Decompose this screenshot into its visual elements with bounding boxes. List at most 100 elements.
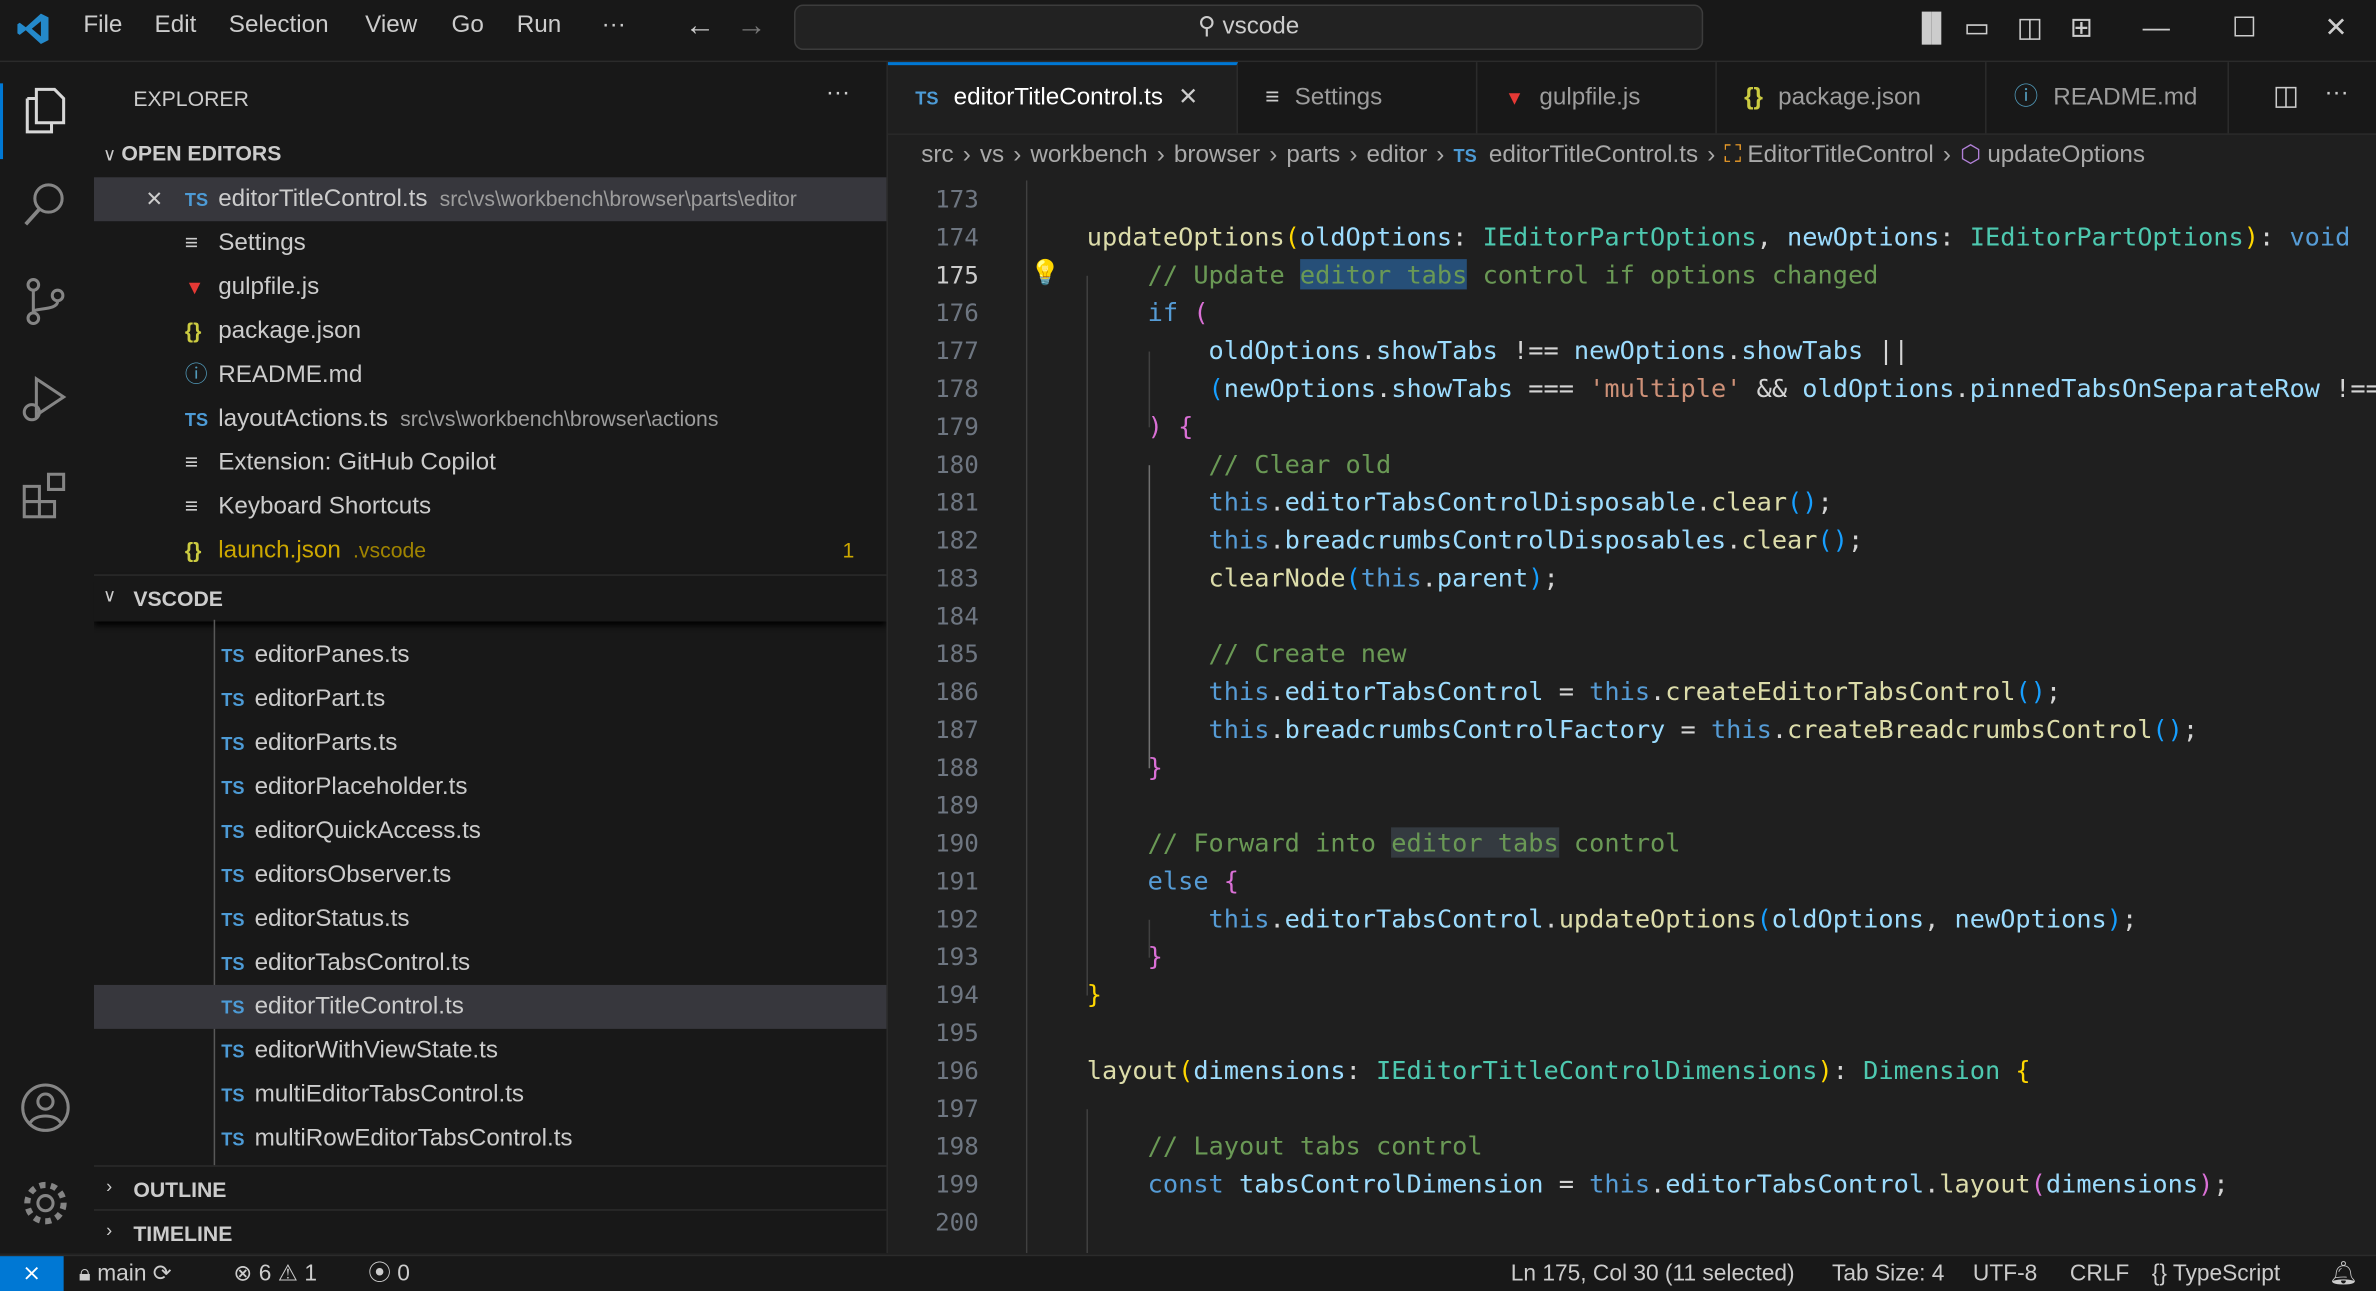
- tab-size[interactable]: Tab Size: 4: [1832, 1256, 1944, 1291]
- explorer-icon[interactable]: [18, 83, 73, 138]
- code-token: control: [1558, 827, 1681, 858]
- open-editor-item[interactable]: ⓘ README.md: [94, 353, 887, 397]
- tab-editortitlecontrol-ts[interactable]: TS editorTitleControl.ts ✕: [887, 62, 1239, 134]
- settings-gear-icon[interactable]: [18, 1176, 73, 1231]
- code-token: .: [1421, 562, 1437, 593]
- code-line: // Layout tabs control: [1026, 1127, 1483, 1165]
- tab-gulpfile-js[interactable]: ▼ gulpfile.js: [1477, 62, 1717, 134]
- outline-header[interactable]: › OUTLINE: [93, 1165, 887, 1210]
- language-mode[interactable]: {} TypeScript: [2152, 1256, 2280, 1291]
- timeline-header[interactable]: › TIMELINE: [93, 1209, 887, 1253]
- breadcrumb-item[interactable]: vs: [980, 142, 1004, 168]
- split-editor-icon[interactable]: ◫: [2273, 80, 2299, 112]
- tab-settings[interactable]: ≡ Settings: [1238, 62, 1478, 134]
- file-item[interactable]: TS editorTabsControl.ts: [94, 941, 887, 985]
- file-name: editorPlaceholder.ts: [254, 774, 468, 801]
- menu-view[interactable]: View: [365, 12, 417, 39]
- menu-file[interactable]: File: [83, 12, 122, 39]
- search-icon[interactable]: [18, 177, 73, 232]
- file-item[interactable]: TS editorQuickAccess.ts: [94, 809, 887, 853]
- code-line: this.breadcrumbsControlFactory = this.cr…: [1026, 711, 2199, 749]
- accounts-icon[interactable]: [18, 1080, 73, 1135]
- file-item[interactable]: TS editorPart.ts: [94, 677, 887, 721]
- code-token: (: [1345, 562, 1361, 593]
- command-center-search[interactable]: ⚲ vscode: [794, 4, 1704, 51]
- minimize-icon[interactable]: —: [2143, 12, 2170, 44]
- breadcrumb-item[interactable]: workbench: [1030, 142, 1147, 168]
- file-item[interactable]: TS editorWithViewState.ts: [94, 1029, 887, 1073]
- breadcrumb-item[interactable]: browser: [1174, 142, 1260, 168]
- file-item[interactable]: TS editorPanes.ts: [94, 633, 887, 677]
- menu-run[interactable]: Run: [517, 12, 561, 39]
- source-control-icon[interactable]: [18, 274, 73, 329]
- remote-icon[interactable]: ⨯: [0, 1256, 64, 1291]
- breadcrumb-item[interactable]: editor: [1367, 142, 1428, 168]
- open-editor-item[interactable]: ≡ Settings: [94, 221, 887, 265]
- extensions-icon[interactable]: [18, 468, 73, 523]
- toggle-sidebar-icon[interactable]: ▐▌: [1912, 12, 1951, 44]
- toggle-panel-icon[interactable]: ▭: [1964, 12, 1990, 44]
- menu-[interactable]: ···: [602, 12, 626, 39]
- file-item[interactable]: TS editorsObserver.ts: [94, 853, 887, 897]
- tab-readme-md[interactable]: ⓘ README.md: [1987, 62, 2230, 134]
- more-actions-icon[interactable]: ···: [826, 80, 850, 107]
- sync-icon[interactable]: ⟳: [146, 1261, 172, 1287]
- file-item[interactable]: TS editorPlaceholder.ts: [94, 765, 887, 809]
- toggle-secondary-sidebar-icon[interactable]: ◫: [2017, 12, 2043, 44]
- chevron-right-icon: ›: [1707, 142, 1716, 169]
- file-item[interactable]: TS editorTitleControl.ts: [93, 984, 887, 1029]
- open-editor-item[interactable]: ≡ Extension: GitHub Copilot: [94, 441, 887, 485]
- file-entry: TS editorsObserver.ts: [221, 853, 451, 898]
- breadcrumb-item[interactable]: EditorTitleControl: [1747, 142, 1933, 168]
- menu-edit[interactable]: Edit: [155, 12, 197, 39]
- menu-go[interactable]: Go: [452, 12, 484, 39]
- code-token: (: [1178, 1054, 1194, 1085]
- file-item[interactable]: TS multiEditorTabsControl.ts: [94, 1073, 887, 1117]
- open-editor-item[interactable]: {} launch.json .vscode 1: [94, 529, 887, 573]
- close-icon[interactable]: ✕: [1178, 85, 1198, 111]
- line-number: 174: [935, 222, 979, 252]
- code-editor[interactable]: updateOptions(oldOptions: IEditorPartOpt…: [1025, 180, 2376, 1254]
- open-editor-item[interactable]: {} package.json: [94, 309, 887, 353]
- problems-item[interactable]: ⊗ 6 ⚠ 1: [233, 1256, 317, 1291]
- breadcrumb-item[interactable]: src: [921, 142, 953, 168]
- branch-item[interactable]: 🔒︎ main ⟳: [79, 1256, 172, 1291]
- file-item[interactable]: TS editorStatus.ts: [94, 897, 887, 941]
- notifications-icon[interactable]: 🔔︎: [2329, 1256, 2358, 1291]
- ts-file-icon: TS: [221, 953, 245, 975]
- tab-package-json[interactable]: {} package.json: [1717, 62, 1987, 134]
- cursor-position[interactable]: Ln 175, Col 30 (11 selected): [1511, 1256, 1795, 1291]
- eol[interactable]: CRLF: [2070, 1256, 2129, 1291]
- file-icon: ≡: [1265, 84, 1280, 111]
- code-token: pinnedTabsOnSeparateRow: [1969, 372, 2320, 404]
- menu-selection[interactable]: Selection: [229, 12, 329, 39]
- close-icon[interactable]: ✕: [145, 177, 163, 221]
- customize-layout-icon[interactable]: ⊞: [2070, 12, 2093, 44]
- open-editors-header[interactable]: ∨ OPEN EDITORS: [103, 141, 281, 168]
- encoding[interactable]: UTF-8: [1973, 1256, 2037, 1291]
- breadcrumb-item[interactable]: parts: [1286, 142, 1340, 168]
- open-editor-item[interactable]: ✕ TS editorTitleControl.ts src\vs\workbench…: [93, 177, 887, 222]
- ports-item[interactable]: ⦿ 0: [368, 1256, 410, 1291]
- ts-file-icon: TS: [184, 189, 209, 211]
- ts-file-icon: TS: [221, 733, 245, 755]
- breadcrumb-item[interactable]: editorTitleControl.ts: [1489, 142, 1698, 168]
- breadcrumb: src › vs › workbench › browser › parts › editor › TS…: [921, 139, 2145, 169]
- file-item[interactable]: TS editorParts.ts: [94, 721, 887, 765]
- close-window-icon[interactable]: ✕: [2324, 12, 2347, 44]
- open-editor-item[interactable]: ≡ Keyboard Shortcuts: [94, 485, 887, 529]
- file-item[interactable]: TS multiRowEditorTabsControl.ts: [94, 1117, 887, 1161]
- line-number: 185: [935, 639, 979, 669]
- maximize-icon[interactable]: ☐: [2232, 12, 2256, 44]
- more-actions-icon[interactable]: ···: [2324, 80, 2348, 107]
- open-editor-item[interactable]: ▼ gulpfile.js: [94, 265, 887, 309]
- vscode-folder-header[interactable]: ∨ VSCODE: [93, 574, 887, 621]
- forward-icon[interactable]: →: [736, 9, 766, 44]
- code-token: this: [1208, 486, 1270, 517]
- open-editor-item[interactable]: TS layoutActions.ts src\vs\workbench\brows…: [94, 397, 887, 441]
- back-icon[interactable]: ←: [685, 9, 715, 44]
- breadcrumb-item[interactable]: updateOptions: [1987, 142, 2145, 168]
- run-debug-icon[interactable]: [18, 371, 73, 426]
